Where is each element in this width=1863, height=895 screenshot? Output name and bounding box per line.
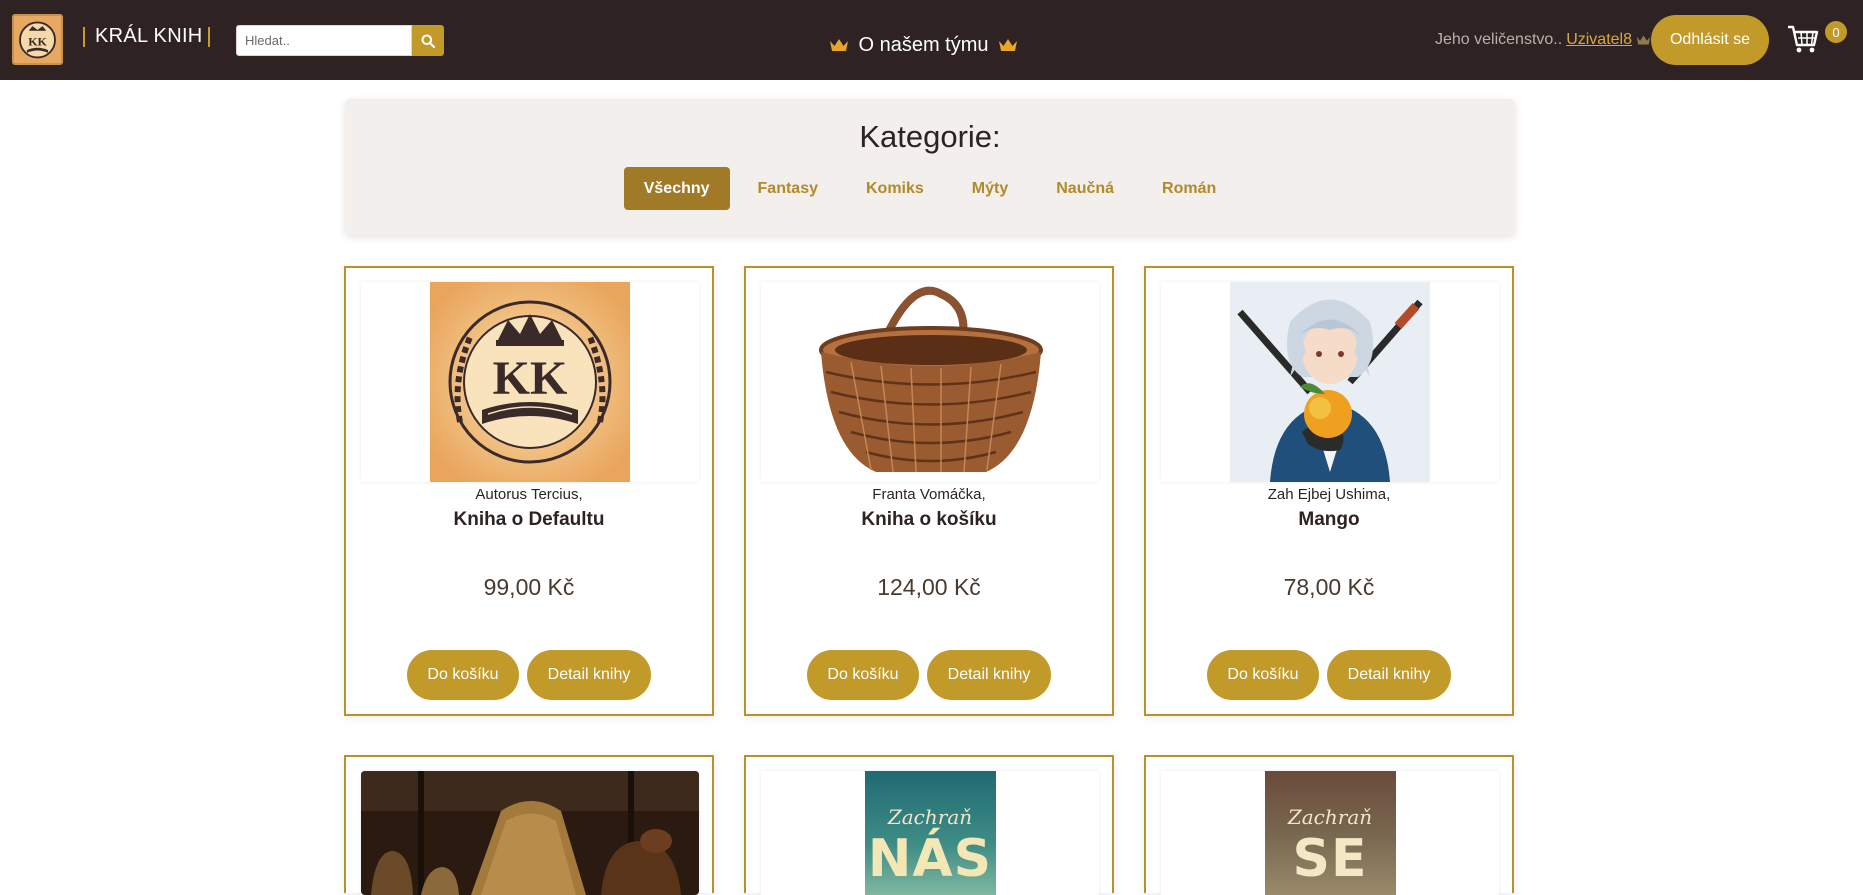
add-to-cart-button[interactable]: Do košíku: [407, 650, 519, 700]
category-tab-myty[interactable]: Mýty: [952, 167, 1028, 210]
crown-icon: [830, 39, 849, 51]
cover-script-text: Zachraň: [1287, 805, 1373, 829]
crown-icon: [1636, 35, 1651, 45]
product-card: Zah Ejbej Ushima, Mango 78,00 Kč Do koší…: [1144, 266, 1514, 716]
book-author: Franta Vomáčka,: [872, 486, 986, 503]
brand-name[interactable]: KRÁL KNIH: [95, 25, 203, 48]
book-price: 78,00 Kč: [1283, 574, 1375, 600]
search-button[interactable]: [412, 25, 444, 56]
book-title[interactable]: Kniha o Defaultu: [346, 509, 712, 531]
team-link-label: O našem týmu: [858, 33, 989, 56]
brand-divider: [83, 27, 85, 47]
navbar: KK KRÁL KNIH O našem týmu Jeho veličenst…: [0, 0, 1863, 80]
category-tab-fantasy[interactable]: Fantasy: [738, 167, 838, 210]
product-card: KK Autorus Tercius, Kniha o Defaultu 99,…: [344, 266, 714, 716]
team-link[interactable]: O našem týmu: [827, 30, 1020, 60]
cart-icon[interactable]: [1786, 22, 1820, 56]
product-card: Zachraň SE: [1144, 755, 1514, 895]
product-card: Franta Vomáčka, Kniha o košíku 124,00 Kč…: [744, 266, 1114, 716]
book-price: 124,00 Kč: [877, 574, 981, 600]
book-author: Autorus Tercius,: [475, 486, 583, 503]
cover-script-text: Zachraň: [887, 805, 973, 829]
category-panel: Kategorie: Všechny Fantasy Komiks Mýty N…: [345, 99, 1515, 235]
card-actions: Do košíku Detail knihy: [1146, 650, 1512, 700]
zachran-nas-cover-image[interactable]: Zachraň NÁS: [864, 771, 996, 895]
category-tab-naucna[interactable]: Naučná: [1036, 167, 1134, 210]
brand-divider: [208, 27, 210, 47]
anime-swordsman-cover-image[interactable]: [1230, 282, 1430, 482]
book-cover-frame: [761, 282, 1099, 482]
kk-logo-cover-image[interactable]: KK: [430, 282, 630, 482]
user-greeting: Jeho veličenstvo.. Uzivatel8: [1435, 31, 1651, 49]
username-link[interactable]: Uzivatel8: [1566, 31, 1632, 49]
book-title[interactable]: Mango: [1146, 509, 1512, 531]
product-card: [344, 755, 714, 895]
book-detail-button[interactable]: Detail knihy: [927, 650, 1051, 700]
book-detail-button[interactable]: Detail knihy: [1327, 650, 1451, 700]
svg-text:KK: KK: [493, 352, 568, 405]
site-logo[interactable]: KK: [12, 14, 63, 65]
book-cover-frame: KK: [361, 282, 699, 482]
zachran-se-cover-image[interactable]: Zachraň SE: [1264, 771, 1396, 895]
prehistoric-hut-cover-image[interactable]: [361, 771, 699, 895]
search-icon: [421, 34, 435, 48]
cover-big-text: SE: [1292, 829, 1368, 889]
kk-logo-icon: KK: [19, 21, 56, 59]
book-detail-button[interactable]: Detail knihy: [527, 650, 651, 700]
book-title[interactable]: Kniha o košíku: [746, 509, 1112, 531]
category-tab-roman[interactable]: Román: [1142, 167, 1236, 210]
category-tabs: Všechny Fantasy Komiks Mýty Naučná Román: [345, 167, 1515, 210]
book-cover-frame: Zachraň SE: [1161, 771, 1499, 895]
add-to-cart-button[interactable]: Do košíku: [1207, 650, 1319, 700]
cover-big-text: NÁS: [867, 829, 993, 889]
book-author: Zah Ejbej Ushima,: [1267, 486, 1391, 503]
book-price: 99,00 Kč: [483, 574, 575, 600]
product-card: Zachraň NÁS: [744, 755, 1114, 895]
wicker-basket-cover-image[interactable]: [761, 282, 1099, 482]
category-title: Kategorie:: [859, 119, 1001, 154]
card-actions: Do košíku Detail knihy: [346, 650, 712, 700]
greeting-text: Jeho veličenstvo..: [1435, 31, 1563, 48]
category-tab-komiks[interactable]: Komiks: [846, 167, 944, 210]
crown-icon: [998, 39, 1017, 51]
search-input[interactable]: [236, 25, 412, 56]
add-to-cart-button[interactable]: Do košíku: [807, 650, 919, 700]
book-cover-frame: [361, 771, 699, 895]
card-actions: Do košíku Detail knihy: [746, 650, 1112, 700]
logout-button[interactable]: Odhlásit se: [1651, 15, 1769, 65]
book-cover-frame: [1161, 282, 1499, 482]
cart-count-badge: 0: [1825, 21, 1847, 43]
category-tab-vsechny[interactable]: Všechny: [623, 167, 730, 210]
svg-text:KK: KK: [28, 34, 47, 48]
book-cover-frame: Zachraň NÁS: [761, 771, 1099, 895]
